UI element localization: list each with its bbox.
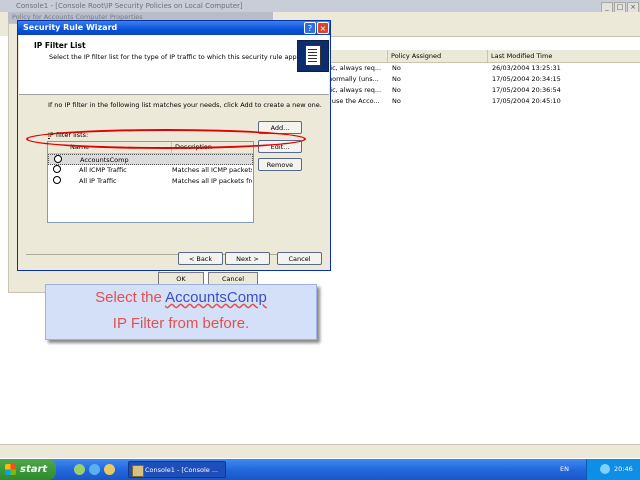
radio-button[interactable] — [54, 155, 62, 163]
windows-logo-icon — [5, 464, 16, 475]
close-icon[interactable]: × — [317, 22, 329, 34]
document-icon — [305, 45, 321, 66]
filter-description: Matches all IP packets from t... — [172, 177, 252, 185]
policy-description: normally (uns... — [328, 75, 379, 83]
policy-modified: 17/05/2004 20:34:15 — [492, 75, 561, 83]
show-desktop-icon[interactable] — [74, 464, 85, 475]
policy-assigned: No — [392, 64, 401, 72]
console-titlebar: Console1 - [Console Root\IP Security Pol… — [0, 0, 640, 12]
console-statusbar — [0, 444, 640, 458]
policy-assigned: No — [392, 97, 401, 105]
caption-line-2: IP Filter from before. — [112, 315, 250, 332]
policy-description: l use the Acco... — [328, 97, 380, 105]
radio-button[interactable] — [53, 165, 61, 173]
filter-row-all-ip[interactable]: All IP Traffic Matches all IP packets fr… — [48, 176, 253, 187]
radio-button[interactable] — [53, 176, 61, 184]
caption-keyword: AccountsComp — [165, 289, 267, 306]
internet-explorer-icon[interactable] — [89, 464, 100, 475]
language-indicator[interactable]: EN — [560, 459, 569, 480]
column-policy-assigned[interactable]: Policy Assigned — [387, 50, 487, 62]
taskbar: start Console1 - [Console ... EN 20:46 — [0, 459, 640, 480]
network-icon[interactable] — [600, 464, 610, 474]
policy-modified: 17/05/2004 20:45:10 — [492, 97, 561, 105]
next-button[interactable]: Next > — [225, 252, 270, 265]
policy-assigned: No — [392, 75, 401, 83]
caption-line-1: Select the AccountsComp — [46, 285, 316, 311]
policy-modified: 17/05/2004 20:36:54 — [492, 86, 561, 94]
remove-button[interactable]: Remove — [258, 158, 302, 171]
tutorial-caption: Select the AccountsComp IP Filter from b… — [45, 284, 317, 340]
filter-name: All ICMP Traffic — [79, 166, 127, 174]
filter-row-accountscomp[interactable]: AccountsComp — [48, 154, 253, 165]
wizard-header: IP Filter List Select the IP filter list… — [19, 35, 329, 95]
start-label: start — [20, 464, 48, 475]
filter-description: Matches all ICMP packets bet... — [172, 166, 252, 174]
ip-filter-list[interactable]: Name Description AccountsComp All ICMP T… — [47, 141, 254, 223]
wizard-page-title: IP Filter List — [34, 41, 86, 50]
wizard-titlebar: Security Rule Wizard — [18, 21, 330, 35]
cancel-button[interactable]: Cancel — [277, 252, 322, 265]
help-icon[interactable]: ? — [304, 22, 316, 34]
wizard-title: Security Rule Wizard — [23, 23, 118, 32]
policy-assigned: No — [392, 86, 401, 94]
start-button[interactable]: start — [0, 459, 56, 480]
console-title: Console1 - [Console Root\IP Security Pol… — [16, 2, 243, 10]
policy-description: fic, always req... — [328, 64, 382, 72]
media-player-icon[interactable] — [104, 464, 115, 475]
console-icon — [132, 465, 144, 477]
taskbar-console-label: Console1 - [Console ... — [145, 466, 219, 474]
highlight-ellipse — [26, 129, 306, 149]
filter-name: All IP Traffic — [79, 177, 117, 185]
caption-text: Select the — [95, 289, 166, 306]
filter-row-all-icmp[interactable]: All ICMP Traffic Matches all ICMP packet… — [48, 165, 253, 176]
back-button[interactable]: < Back — [178, 252, 223, 265]
wizard-info-text: If no IP filter in the following list ma… — [48, 101, 322, 109]
column-last-modified[interactable]: Last Modified Time — [487, 50, 640, 62]
wizard-page-description: Select the IP filter list for the type o… — [49, 53, 310, 61]
clock[interactable]: 20:46 — [614, 459, 633, 480]
policy-description: fic, always req... — [328, 86, 382, 94]
policy-modified: 26/03/2004 13:25:31 — [492, 64, 561, 72]
taskbar-console-button[interactable]: Console1 - [Console ... — [128, 461, 226, 478]
